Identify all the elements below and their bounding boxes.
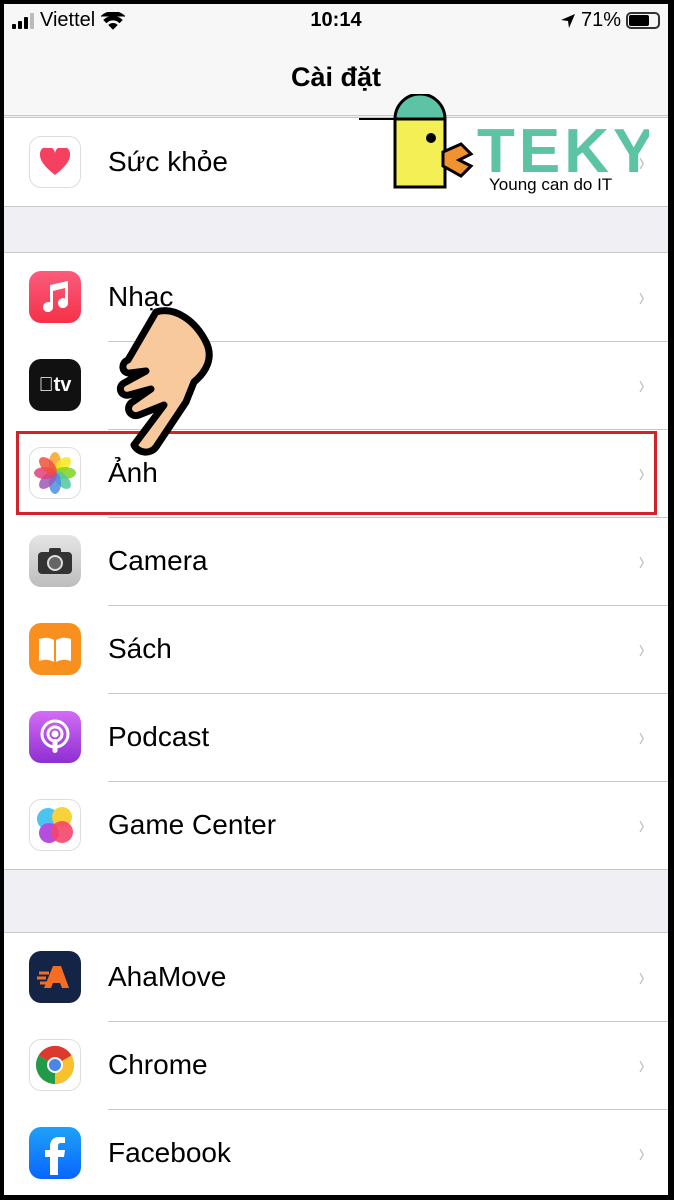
settings-row-books[interactable]: Sách › — [4, 605, 668, 693]
camera-icon — [29, 535, 81, 587]
status-bar: Viettel 10:14 71% — [4, 4, 668, 40]
chevron-right-icon: › — [638, 281, 645, 312]
ahamove-icon — [29, 951, 81, 1003]
books-icon — [29, 623, 81, 675]
chevron-right-icon: › — [638, 545, 645, 576]
row-label: Sức khỏe — [108, 146, 228, 177]
settings-row-camera[interactable]: Camera › — [4, 517, 668, 605]
chevron-right-icon: › — [638, 1049, 645, 1080]
settings-group: AhaMove › Chrome › Facebook › — [4, 932, 668, 1195]
settings-row-facebook[interactable]: Facebook › — [4, 1109, 668, 1195]
settings-row-game-center[interactable]: Game Center › — [4, 781, 668, 869]
game-center-icon — [29, 799, 81, 851]
chevron-right-icon: › — [638, 1137, 645, 1168]
chevron-right-icon: › — [638, 809, 645, 840]
teky-tagline: Young can do IT — [489, 175, 612, 194]
settings-row-podcast[interactable]: Podcast › — [4, 693, 668, 781]
settings-row-chrome[interactable]: Chrome › — [4, 1021, 668, 1109]
row-label: Podcast — [108, 721, 210, 752]
settings-row-ahamove[interactable]: AhaMove › — [4, 933, 668, 1021]
page-title: Cài đặt — [290, 62, 382, 92]
music-icon — [29, 271, 81, 323]
chevron-right-icon: › — [638, 721, 645, 752]
chrome-icon — [29, 1039, 81, 1091]
teky-logo: TEKY Young can do IT — [359, 94, 649, 194]
health-icon — [29, 136, 81, 188]
row-label: Chrome — [108, 1049, 208, 1080]
podcast-icon — [29, 711, 81, 763]
battery-icon — [626, 12, 660, 29]
row-label: Sách — [108, 633, 172, 664]
pointing-hand-icon — [116, 307, 213, 456]
location-icon — [560, 13, 575, 28]
chevron-right-icon: › — [638, 369, 645, 400]
row-label: AhaMove — [108, 961, 227, 992]
battery-percent: 71% — [580, 9, 621, 31]
chevron-right-icon: › — [638, 961, 645, 992]
chevron-right-icon: › — [638, 633, 645, 664]
apple-tv-icon: tv — [29, 359, 81, 411]
row-label: Camera — [108, 545, 208, 576]
facebook-icon — [29, 1127, 81, 1179]
settings-screen: Viettel 10:14 71% Cài đặt Sức khỏe › Nhạc ›… — [4, 4, 668, 1195]
row-label: Game Center — [108, 809, 277, 840]
row-label: Facebook — [108, 1137, 231, 1168]
